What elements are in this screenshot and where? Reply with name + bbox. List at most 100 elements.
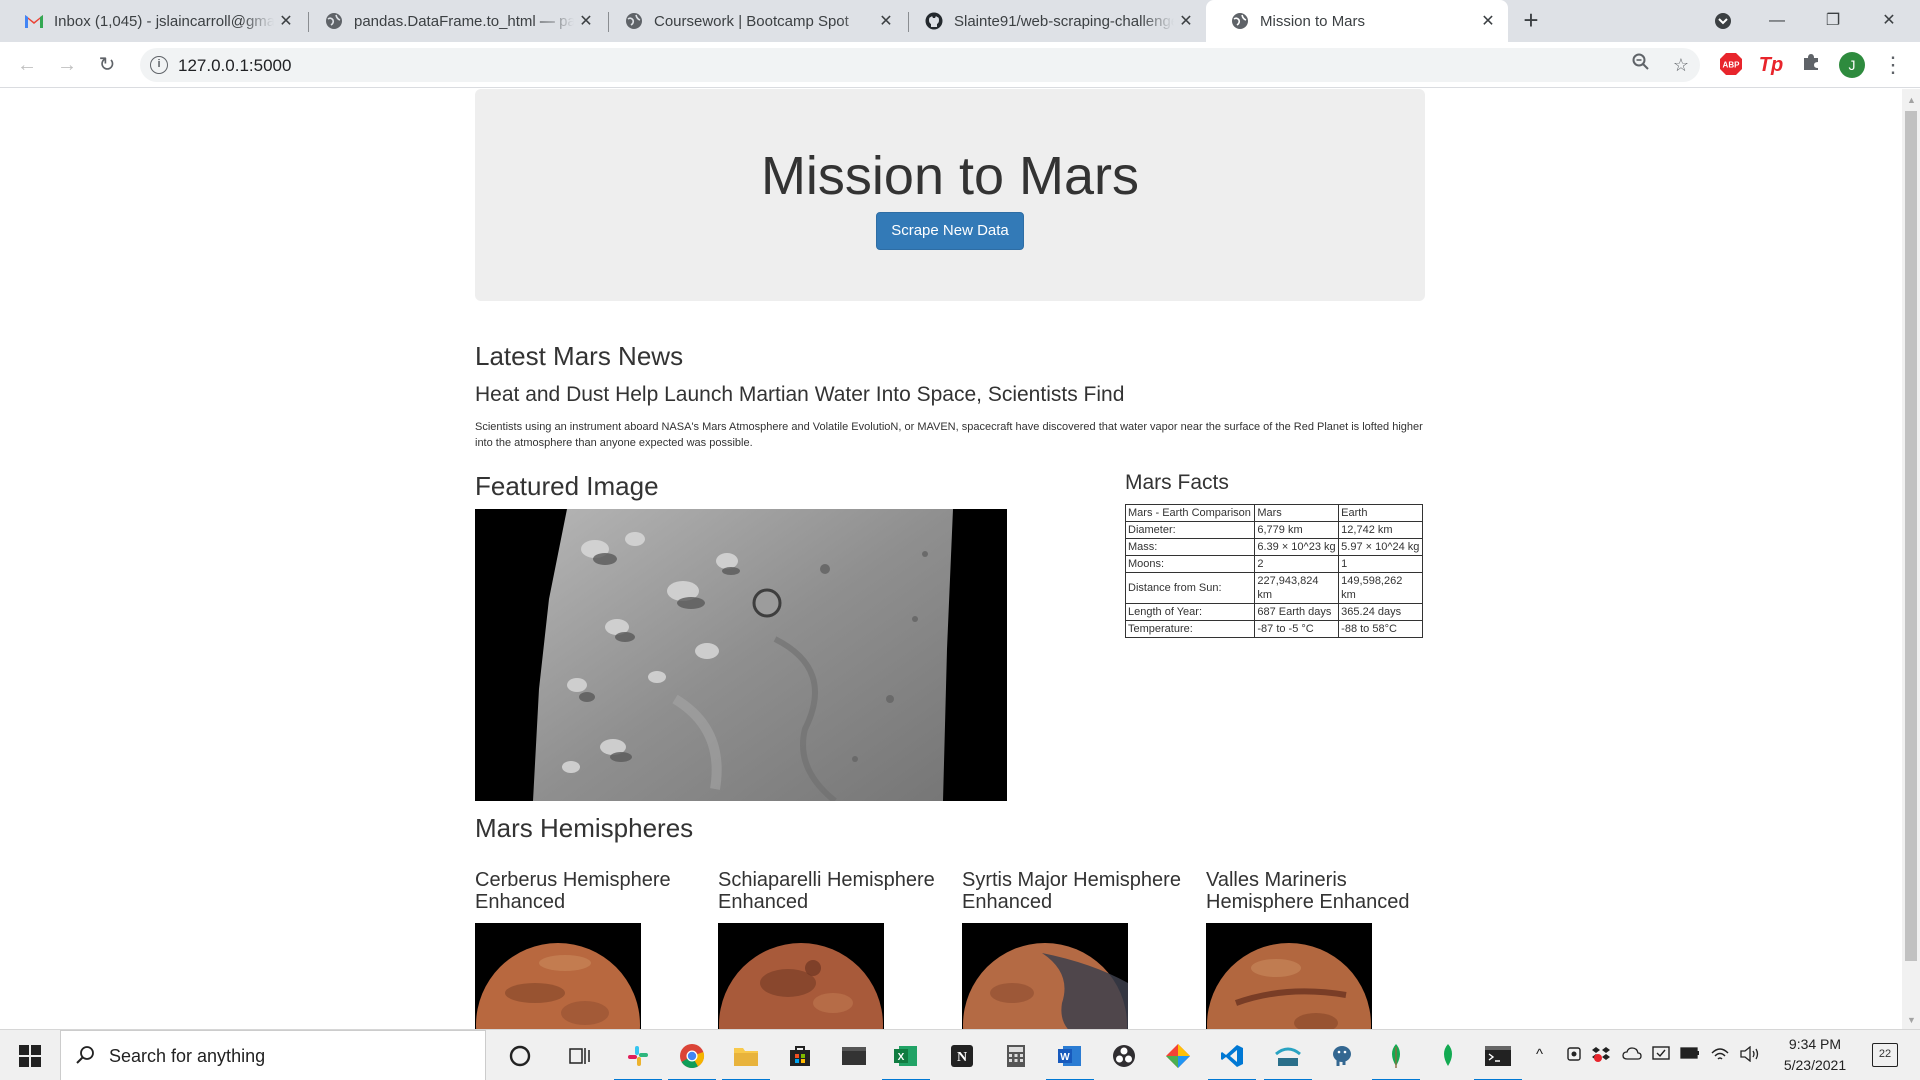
postgresql-icon[interactable] <box>1324 1038 1360 1074</box>
chrome-icon[interactable] <box>668 1038 716 1080</box>
calculator-icon[interactable] <box>998 1038 1034 1074</box>
restore-button[interactable]: ❐ <box>1810 4 1856 38</box>
close-icon[interactable]: ✕ <box>1476 11 1500 31</box>
excel-icon[interactable]: X <box>882 1038 930 1080</box>
page-viewport: Mission to Mars Scrape New Data Latest M… <box>0 89 1902 1029</box>
info-icon[interactable]: i <box>150 56 168 74</box>
cortana-icon[interactable] <box>502 1038 538 1074</box>
mars-facts-table: Mars - Earth Comparison Mars Earth Diame… <box>1124 504 1423 638</box>
table-cell: 6,779 km <box>1254 521 1340 539</box>
scrollbar-thumb[interactable] <box>1905 111 1917 961</box>
address-bar[interactable]: i 127.0.0.1:5000 <box>140 48 1700 82</box>
tab-title: Inbox (1,045) - jslaincarroll@gmail.com <box>54 12 274 30</box>
taskbar-search[interactable]: Search for anything <box>60 1030 486 1080</box>
profile-avatar[interactable]: J <box>1839 52 1865 78</box>
close-icon[interactable]: ✕ <box>574 11 598 31</box>
volume-icon[interactable] <box>1740 1045 1760 1066</box>
file-explorer-icon[interactable] <box>722 1038 770 1080</box>
wifi-icon[interactable] <box>1710 1046 1730 1066</box>
hemisphere-image[interactable] <box>1206 923 1372 1029</box>
zoom-icon[interactable] <box>1628 52 1654 78</box>
gitkraken-icon[interactable] <box>1160 1038 1196 1074</box>
tab-search-button[interactable] <box>1700 4 1746 38</box>
table-cell: 5.97 × 10^24 kg <box>1338 538 1423 556</box>
svg-text:ABP: ABP <box>1723 61 1741 70</box>
featured-image-heading: Featured Image <box>475 471 659 501</box>
window-close-button[interactable]: ✕ <box>1866 4 1912 38</box>
mongodb-icon[interactable] <box>1372 1038 1420 1080</box>
tray-app-icon[interactable] <box>1566 1046 1582 1066</box>
task-view-icon[interactable] <box>562 1038 598 1074</box>
tab-title: pandas.DataFrame.to_html — pandas <box>354 12 574 30</box>
tab-gmail[interactable]: Inbox (1,045) - jslaincarroll@gmail.com … <box>0 0 306 42</box>
tab-pandas[interactable]: pandas.DataFrame.to_html — pandas ✕ <box>300 0 606 42</box>
clock-time: 9:34 PM <box>1788 1036 1842 1052</box>
page-title: Mission to Mars <box>760 146 1140 206</box>
reload-button[interactable]: ↻ <box>92 50 122 80</box>
bookmark-star-icon[interactable]: ☆ <box>1668 52 1694 78</box>
vscode-icon[interactable] <box>1208 1038 1256 1080</box>
table-cell: 365.24 days <box>1338 603 1423 621</box>
notion-icon[interactable]: N <box>944 1038 980 1074</box>
tab-title: Slainte91/web-scraping-challenge <box>954 12 1174 30</box>
slack-icon[interactable] <box>614 1038 662 1080</box>
tab-github[interactable]: Slainte91/web-scraping-challenge ✕ <box>900 0 1206 42</box>
hemisphere-image[interactable] <box>718 923 884 1029</box>
table-header-cell: Mars - Earth Comparison <box>1124 504 1256 522</box>
hemispheres-heading: Mars Hemispheres <box>475 813 694 843</box>
table-cell: Diameter: <box>1124 521 1256 539</box>
mongodb-compass-icon[interactable] <box>1430 1038 1466 1074</box>
featured-image <box>475 509 1007 801</box>
table-cell: 6.39 × 10^23 kg <box>1254 538 1340 556</box>
command-prompt-icon[interactable] <box>1474 1038 1522 1080</box>
forward-button[interactable]: → <box>52 50 82 80</box>
minimize-button[interactable]: — <box>1754 4 1800 38</box>
hemisphere-title: Syrtis Major Hemisphere Enhanced <box>962 869 1181 913</box>
close-icon[interactable]: ✕ <box>1174 11 1198 31</box>
new-tab-button[interactable]: + <box>1516 6 1546 36</box>
tab-mission-to-mars[interactable]: Mission to Mars ✕ <box>1206 0 1508 42</box>
svg-text:X: X <box>898 1052 905 1063</box>
table-cell: -88 to 58°C <box>1338 620 1423 638</box>
hemisphere-image[interactable] <box>962 923 1128 1029</box>
terminal-window-icon[interactable] <box>836 1038 872 1074</box>
taskbar-clock[interactable]: 9:34 PM 5/23/2021 <box>1770 1034 1860 1076</box>
table-cell: 227,943,824 km <box>1254 572 1340 604</box>
globe-icon <box>1230 11 1250 31</box>
store-icon[interactable] <box>782 1038 818 1074</box>
notification-count: 22 <box>1878 1048 1892 1060</box>
table-cell: 12,742 km <box>1338 521 1423 539</box>
hemisphere-image[interactable] <box>475 923 641 1029</box>
extensions-puzzle-icon[interactable] <box>1798 52 1824 78</box>
show-hidden-icons-chevron-icon[interactable]: ^ <box>1536 1046 1543 1063</box>
table-cell: 2 <box>1254 555 1340 573</box>
news-heading: Latest Mars News <box>475 341 684 371</box>
scroll-up-icon[interactable]: ▲ <box>1907 95 1916 105</box>
tray-monitor-icon[interactable] <box>1652 1046 1670 1066</box>
close-icon[interactable]: ✕ <box>274 11 298 31</box>
scroll-down-icon[interactable]: ▼ <box>1907 1015 1916 1025</box>
scrape-new-data-button[interactable]: Scrape New Data <box>876 212 1024 250</box>
dropbox-icon[interactable] <box>1592 1046 1610 1066</box>
svg-text:W: W <box>1060 1052 1070 1063</box>
close-icon[interactable]: ✕ <box>874 11 898 31</box>
network-app-icon[interactable] <box>1264 1038 1312 1080</box>
obs-icon[interactable] <box>1106 1038 1142 1074</box>
table-cell: Length of Year: <box>1124 603 1256 621</box>
menu-kebab-icon[interactable]: ⋮ <box>1880 52 1906 78</box>
table-cell: 687 Earth days <box>1254 603 1340 621</box>
news-paragraph: Scientists using an instrument aboard NA… <box>475 421 1423 449</box>
table-cell: Moons: <box>1124 555 1256 573</box>
adblock-icon[interactable]: ABP <box>1718 52 1744 78</box>
onedrive-cloud-icon[interactable] <box>1622 1046 1642 1064</box>
windows-start-button[interactable] <box>10 1042 50 1070</box>
notification-center-icon[interactable]: 22 <box>1872 1043 1898 1067</box>
page-scrollbar[interactable]: ▲ ▼ <box>1902 89 1920 1029</box>
back-button[interactable]: ← <box>12 50 42 80</box>
tab-coursework[interactable]: Coursework | Bootcamp Spot ✕ <box>600 0 906 42</box>
battery-icon[interactable] <box>1680 1046 1700 1063</box>
word-icon[interactable]: W <box>1046 1038 1094 1080</box>
tp-extension-icon[interactable]: Tp <box>1758 52 1784 78</box>
table-row: Length of Year: 687 Earth days 365.24 da… <box>1124 603 1423 621</box>
chevron-down-icon <box>1715 12 1731 29</box>
